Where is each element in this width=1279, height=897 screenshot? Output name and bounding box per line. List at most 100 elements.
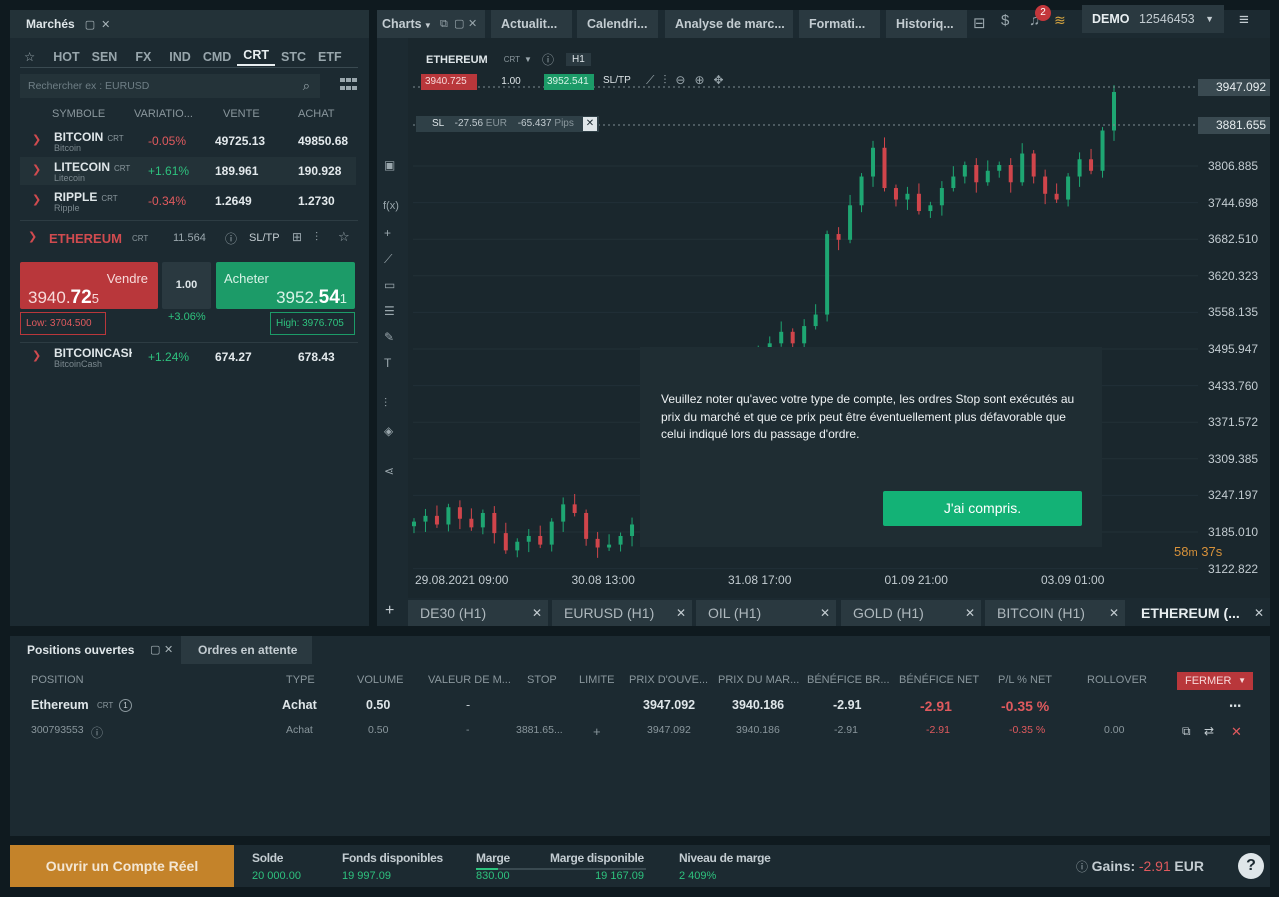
- detail-stop[interactable]: 3881.65...: [516, 724, 563, 736]
- grid-view-icon[interactable]: [340, 78, 358, 92]
- duplicate-icon[interactable]: ⧉: [1182, 724, 1191, 739]
- popout-icon[interactable]: ⧉: [440, 10, 448, 38]
- chevron-down-icon[interactable]: ❯: [32, 193, 41, 206]
- chart-tab-bitcoin[interactable]: BITCOIN (H1) ✕: [985, 600, 1125, 626]
- market-row-bitcoincash[interactable]: ❯ BITCOINCASH BitcoinCash +1.24% 674.27 …: [20, 343, 356, 371]
- sell-price[interactable]: 189.961: [215, 164, 258, 178]
- chart-tab-gold[interactable]: GOLD (H1) ✕: [841, 600, 981, 626]
- candles-icon[interactable]: ⫶: [315, 230, 318, 245]
- sell-price[interactable]: 674.27: [215, 350, 252, 364]
- add-icon[interactable]: ⊞: [292, 230, 302, 244]
- tab-news[interactable]: Actualit...: [491, 10, 572, 38]
- info-icon[interactable]: ⓘ: [225, 230, 237, 247]
- hamburger-menu-icon[interactable]: ≡: [1239, 10, 1249, 30]
- close-icon[interactable]: ✕: [532, 600, 542, 626]
- close-icon[interactable]: ✕: [820, 600, 830, 626]
- pen-icon[interactable]: ✎: [384, 330, 394, 344]
- rectangle-select-icon[interactable]: ▣: [384, 158, 395, 172]
- rectangle-tool-icon[interactable]: ▭: [384, 278, 395, 292]
- maximize-icon[interactable]: ▢: [454, 10, 464, 38]
- sell-price[interactable]: 49725.13: [215, 134, 265, 148]
- tab-history[interactable]: Historiq...: [886, 10, 967, 38]
- close-icon[interactable]: ✕: [164, 636, 173, 664]
- text-tool-icon[interactable]: T: [384, 356, 391, 370]
- chart-tools-icons[interactable]: ⟋⫶⊖⊕✥: [646, 73, 733, 88]
- chart-instrument[interactable]: ETHEREUM: [426, 54, 488, 66]
- help-icon[interactable]: ?: [1238, 853, 1264, 879]
- star-icon[interactable]: ☆: [338, 229, 350, 245]
- line-tool-icon[interactable]: ⟋: [384, 252, 392, 267]
- buy-price[interactable]: 49850.68: [298, 134, 348, 148]
- chart-tab-oil[interactable]: OIL (H1) ✕: [696, 600, 836, 626]
- account-selector[interactable]: DEMO 12546453 ▼: [1082, 5, 1224, 33]
- tab-pending-orders[interactable]: Ordres en attente: [181, 636, 312, 664]
- close-icon[interactable]: ✕: [676, 600, 686, 626]
- sl-ribbon[interactable]: SL -27.56 EUR -65.437 Pips ✕: [416, 116, 599, 132]
- buy-button[interactable]: Acheter 3952.541: [216, 262, 355, 309]
- search-icon[interactable]: ⌕: [303, 78, 310, 94]
- expanded-symbol[interactable]: ETHEREUM: [49, 231, 122, 246]
- close-positions-button[interactable]: FERMER ▼: [1177, 672, 1253, 690]
- cat-tab-fx[interactable]: FX: [123, 50, 163, 64]
- popout-icon[interactable]: ▢: [85, 18, 95, 31]
- info-icon[interactable]: ⓘ: [1076, 860, 1088, 874]
- info-icon[interactable]: ⓘ: [542, 51, 554, 68]
- chart-qty[interactable]: 1.00: [478, 74, 544, 90]
- cat-tab-stc[interactable]: STC: [275, 50, 312, 64]
- popout-icon[interactable]: ▢: [150, 636, 160, 664]
- timeframe-select[interactable]: H1: [565, 53, 591, 66]
- close-position-icon[interactable]: ✕: [1231, 724, 1242, 740]
- market-row-bitcoin[interactable]: ❯ BITCOIN CRT Bitcoin -0.05% 49725.13 498…: [20, 127, 356, 155]
- function-icon[interactable]: f(x): [383, 200, 399, 212]
- cat-tab-ind[interactable]: IND: [163, 50, 197, 64]
- close-icon[interactable]: ✕: [965, 600, 975, 626]
- sell-button[interactable]: Vendre 3940.725: [20, 262, 158, 309]
- chevron-down-icon[interactable]: ▼: [524, 55, 532, 64]
- quantity-field[interactable]: 1.00: [162, 262, 211, 309]
- chevron-down-icon[interactable]: ❯: [32, 163, 41, 176]
- cat-tab-crt[interactable]: CRT: [237, 48, 275, 66]
- chevron-down-icon[interactable]: ❯: [32, 349, 41, 362]
- buy-price[interactable]: 678.43: [298, 350, 335, 364]
- close-icon[interactable]: ✕: [101, 18, 110, 31]
- more-options-icon[interactable]: ⋯: [1229, 698, 1242, 713]
- market-row-ripple[interactable]: ❯ RIPPLE CRT Ripple -0.34% 1.2649 1.2730: [20, 187, 356, 215]
- open-real-account-button[interactable]: Ouvrir un Compte Réel: [10, 845, 234, 887]
- close-icon[interactable]: ✕: [583, 117, 597, 131]
- search-input[interactable]: Rechercher ex : EURUSD ⌕: [20, 74, 320, 98]
- tab-open-positions[interactable]: Positions ouvertes ▢ ✕: [10, 636, 180, 664]
- detail-limit[interactable]: +: [593, 724, 601, 739]
- close-icon[interactable]: ✕: [1109, 600, 1119, 626]
- info-icon[interactable]: ⓘ: [91, 724, 103, 741]
- chevron-up-icon[interactable]: ❯: [28, 230, 37, 243]
- position-group-row[interactable]: Ethereum CRT 1 Achat 0.50 - 3947.092 394…: [10, 698, 1270, 718]
- currency-icon[interactable]: $: [1001, 12, 1009, 29]
- reverse-icon[interactable]: ⇄: [1204, 724, 1214, 738]
- fibonacci-icon[interactable]: ☰: [384, 304, 395, 318]
- chart-sell-price[interactable]: 3940.725: [421, 74, 477, 90]
- tab-market-analysis[interactable]: Analyse de marc...: [665, 10, 793, 38]
- layers-icon[interactable]: ◈: [384, 424, 393, 438]
- cat-tab-sen[interactable]: SEN: [86, 50, 124, 64]
- acknowledge-button[interactable]: J'ai compris.: [883, 491, 1082, 526]
- cat-tab-etf[interactable]: ETF: [312, 50, 348, 64]
- chart-tab-de30[interactable]: DE30 (H1) ✕: [408, 600, 548, 626]
- chevron-down-icon[interactable]: ❯: [32, 133, 41, 146]
- chart-tab-eurusd[interactable]: EURUSD (H1) ✕: [552, 600, 692, 626]
- favorites-star-icon[interactable]: ☆: [20, 49, 47, 64]
- close-icon[interactable]: ✕: [1254, 600, 1264, 626]
- crosshair-icon[interactable]: +: [384, 226, 391, 240]
- sell-price[interactable]: 1.2649: [215, 194, 252, 208]
- sltp-button[interactable]: SL/TP: [249, 232, 280, 244]
- market-row-litecoin[interactable]: ❯ LITECOIN CRT Litecoin +1.61% 189.961 19…: [20, 157, 356, 185]
- add-chart-icon[interactable]: +: [385, 602, 394, 620]
- buy-price[interactable]: 190.928: [298, 164, 341, 178]
- chart-tab-ethereum[interactable]: ETHEREUM (... ✕: [1129, 600, 1270, 626]
- position-detail-row[interactable]: 300793553 ⓘ Achat 0.50 - 3881.65... + 39…: [10, 724, 1270, 744]
- close-icon[interactable]: ✕: [468, 10, 477, 38]
- chart-sltp[interactable]: SL/TP: [603, 75, 631, 86]
- chart-buy-price[interactable]: 3952.541: [544, 74, 594, 90]
- tab-charts[interactable]: Charts ▼ ⧉ ▢ ✕: [377, 10, 485, 38]
- tab-calendar[interactable]: Calendri...: [577, 10, 658, 38]
- buy-price[interactable]: 1.2730: [298, 194, 335, 208]
